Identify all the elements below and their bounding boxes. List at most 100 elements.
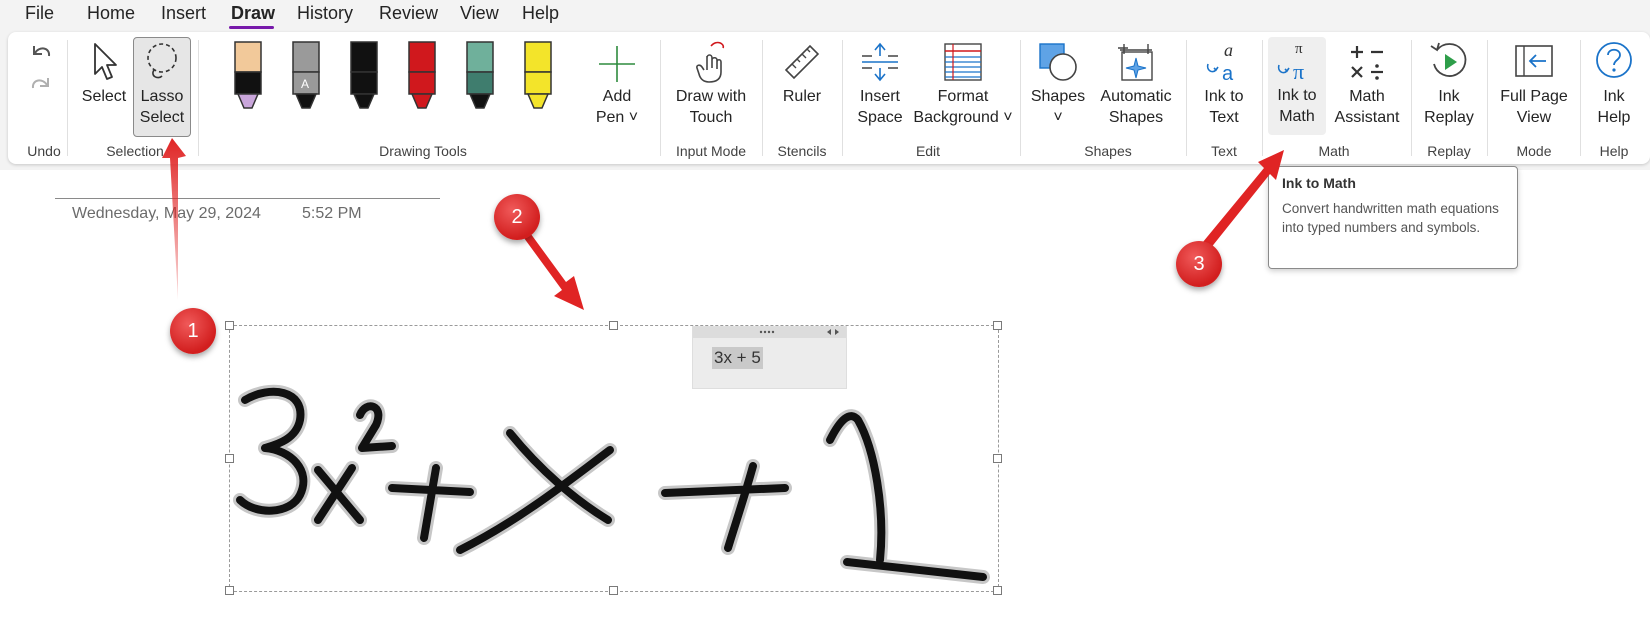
pen-2[interactable]: A	[284, 38, 328, 118]
group-label-selection: Selection	[106, 143, 164, 159]
menu-home[interactable]: Home	[87, 2, 135, 24]
svg-text:π: π	[1293, 59, 1304, 83]
resize-handle[interactable]	[993, 586, 1002, 595]
pen-icon	[408, 41, 436, 109]
math-assistant-button[interactable]: Math Assistant	[1328, 38, 1406, 134]
ink-replay-button[interactable]: Ink Replay	[1418, 38, 1480, 134]
ink-to-text-label-1: Ink to	[1204, 88, 1244, 105]
resize-handle[interactable]	[993, 454, 1002, 463]
math-operators-icon	[1351, 46, 1383, 80]
select-label: Select	[81, 88, 127, 105]
shapes-label-1: Shapes	[1030, 88, 1086, 105]
ink-to-math-label-1: Ink to	[1277, 87, 1317, 104]
page-time: 5:52 PM	[302, 205, 362, 222]
svg-text:a: a	[1224, 40, 1233, 60]
full-page-view-button[interactable]: Full Page View	[1492, 38, 1576, 134]
page-title-underline	[55, 198, 440, 199]
lasso-select-button[interactable]: Lasso Select	[133, 37, 191, 137]
ink-help-button[interactable]: Ink Help	[1586, 38, 1642, 134]
draw-with-touch-button[interactable]: Draw with Touch	[668, 38, 754, 134]
separator	[1580, 40, 1581, 156]
auto-shapes-label-1: Automatic	[1100, 88, 1172, 105]
add-pen-label-2: Pen ˅	[595, 109, 639, 126]
separator	[1487, 40, 1488, 156]
plus-icon	[599, 46, 635, 82]
separator	[660, 40, 661, 156]
separator	[1186, 40, 1187, 156]
menu-draw[interactable]: Draw	[231, 2, 275, 24]
ink-to-text-button[interactable]: a a Ink to Text	[1194, 38, 1254, 134]
menu-history[interactable]: History	[297, 2, 353, 24]
svg-text:a: a	[1222, 63, 1234, 84]
pen-icon	[524, 41, 552, 109]
draw-ribbon: Undo Select Lasso Select Selection Add P…	[8, 32, 1650, 164]
redo-button[interactable]	[26, 70, 56, 100]
pen-3[interactable]	[342, 38, 386, 118]
resize-handle[interactable]	[609, 321, 618, 330]
math-assistant-label-1: Math	[1349, 88, 1385, 105]
pen-5[interactable]	[458, 38, 502, 118]
active-tab-indicator	[229, 26, 274, 29]
ink-to-math-tooltip: Ink to Math Convert handwritten math equ…	[1268, 166, 1518, 269]
group-label-math: Math	[1318, 143, 1350, 159]
menu-file[interactable]: File	[25, 2, 54, 24]
menu-insert[interactable]: Insert	[161, 2, 206, 24]
shapes-label-2: ˅	[1053, 109, 1063, 126]
insert-space-button[interactable]: Insert Space	[850, 38, 910, 134]
svg-text:A: A	[301, 77, 309, 91]
automatic-shapes-button[interactable]: Automatic Shapes	[1090, 38, 1182, 134]
ink-replay-label-2: Replay	[1424, 109, 1474, 126]
shapes-button[interactable]: Shapes ˅	[1028, 38, 1088, 134]
group-label-mode: Mode	[1516, 143, 1552, 159]
select-button[interactable]: Select	[76, 38, 132, 134]
menu-help[interactable]: Help	[522, 2, 559, 24]
shapes-icon	[1039, 43, 1077, 81]
draw-touch-label-1: Draw with	[675, 88, 747, 105]
full-page-label-1: Full Page	[1500, 88, 1568, 105]
pen-icon	[350, 41, 378, 109]
full-page-label-2: View	[1516, 109, 1552, 126]
tooltip-title: Ink to Math	[1282, 175, 1356, 191]
resize-handle[interactable]	[609, 586, 618, 595]
ruler-icon	[784, 44, 820, 80]
resize-handle[interactable]	[225, 586, 234, 595]
container-drag-bar[interactable]	[693, 327, 846, 338]
recognized-equation-text[interactable]: 3x + 5	[712, 347, 763, 369]
drag-dots-icon	[759, 329, 839, 335]
menu-view[interactable]: View	[460, 2, 499, 24]
separator	[198, 40, 199, 156]
replay-icon	[1430, 42, 1467, 77]
ink-to-math-button[interactable]: π π Ink to Math	[1268, 37, 1326, 135]
pen-icon	[466, 41, 494, 109]
separator	[1262, 40, 1263, 156]
format-bg-label-2: Background ˅	[913, 109, 1013, 126]
pen-1[interactable]	[226, 38, 270, 118]
ink-selection-box[interactable]	[229, 325, 999, 592]
recognized-math-container[interactable]: 3x + 5	[692, 326, 847, 389]
format-background-button[interactable]: Format Background ˅	[912, 38, 1014, 134]
group-label-text: Text	[1211, 143, 1237, 159]
resize-handle[interactable]	[225, 321, 234, 330]
ink-to-text-icon: a a	[1206, 40, 1234, 84]
group-label-drawing-tools: Drawing Tools	[379, 143, 467, 159]
separator	[842, 40, 843, 156]
pen-6[interactable]	[516, 38, 560, 118]
full-page-view-icon	[1515, 45, 1553, 77]
ruler-button[interactable]: Ruler	[772, 38, 832, 134]
add-pen-button[interactable]: Add Pen ˅	[590, 38, 644, 134]
redo-icon	[31, 78, 49, 89]
undo-button[interactable]	[26, 38, 56, 68]
draw-touch-label-2: Touch	[689, 109, 733, 126]
math-assistant-label-2: Assistant	[1334, 109, 1400, 126]
ink-help-label-2: Help	[1597, 109, 1631, 126]
resize-handle[interactable]	[993, 321, 1002, 330]
resize-handle[interactable]	[225, 454, 234, 463]
page-date: Wednesday, May 29, 2024	[72, 205, 261, 222]
format-bg-label-1: Format	[937, 88, 989, 105]
separator	[67, 40, 68, 156]
ink-help-label-1: Ink	[1603, 88, 1625, 105]
menu-review[interactable]: Review	[379, 2, 438, 24]
annotation-badge-3: 3	[1176, 241, 1222, 287]
group-label-help: Help	[1599, 143, 1629, 159]
pen-4[interactable]	[400, 38, 444, 118]
